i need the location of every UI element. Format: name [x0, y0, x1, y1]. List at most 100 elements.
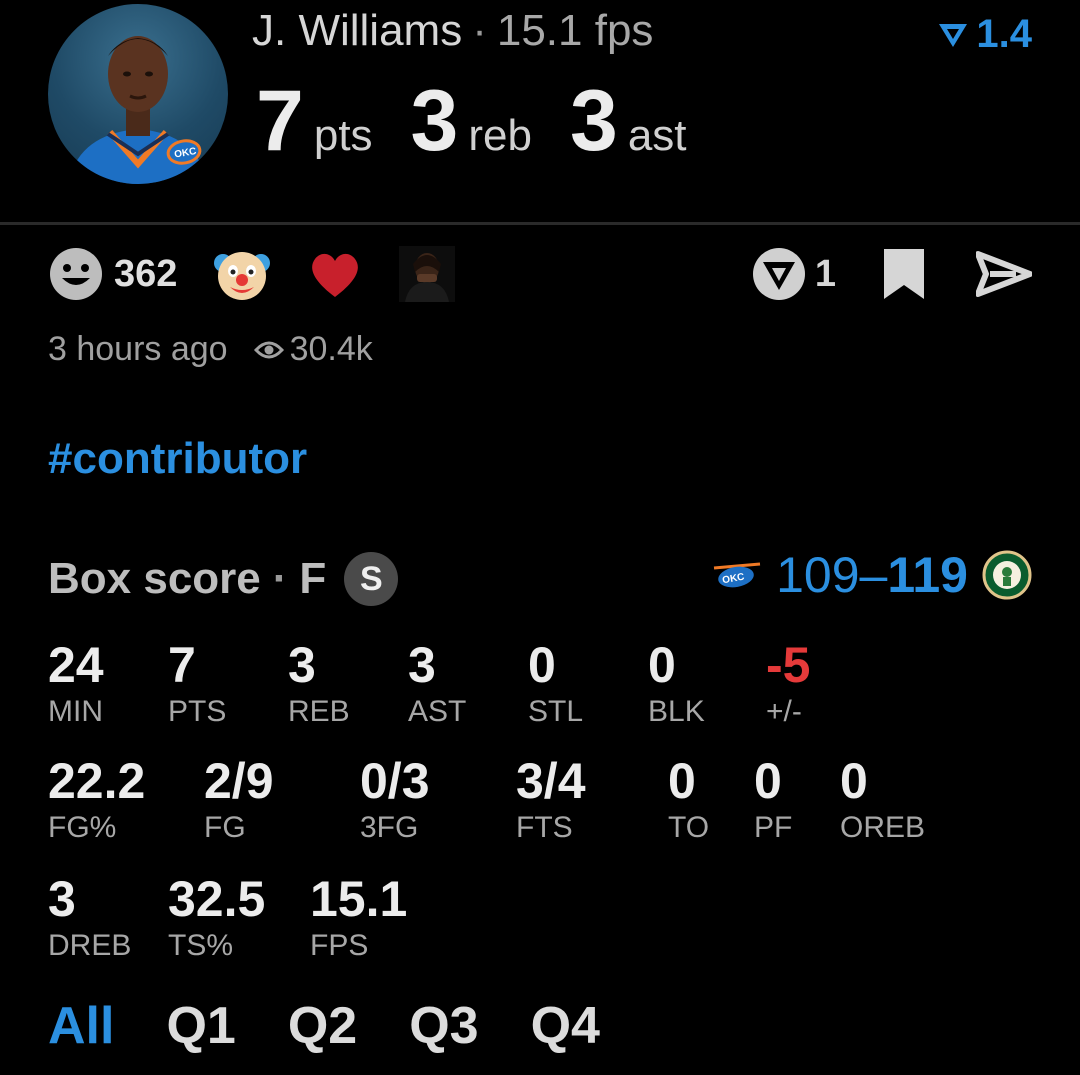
share-icon[interactable] — [976, 250, 1032, 298]
game-score[interactable]: OKC 109–119 — [712, 546, 1032, 604]
stat-cell--: -5 +/- — [766, 636, 810, 730]
stat-cell-fts: 3/4 FTS — [516, 752, 586, 846]
stat-value: 3 — [288, 637, 316, 693]
player-avatar[interactable]: OKC — [48, 4, 228, 184]
stat-cell-dreb: 3 DREB — [48, 870, 131, 964]
stat-cell-blk: 0 BLK — [648, 636, 705, 730]
stat-cell-reb: 3 REB — [288, 636, 350, 730]
tab-all[interactable]: All — [48, 996, 114, 1056]
tab-q3[interactable]: Q3 — [409, 996, 478, 1056]
stat-label: REB — [288, 695, 350, 728]
stat-line: 7 pts 3 reb 3 ast — [256, 72, 725, 171]
separator: · — [272, 554, 288, 603]
stat-value: 24 — [48, 637, 104, 693]
stat-label: TO — [668, 811, 710, 844]
stat-label: FPS — [310, 929, 369, 962]
rating-badge[interactable]: 1.4 — [936, 12, 1032, 57]
reaction-gif-icon[interactable] — [399, 246, 456, 302]
stat-label: FG — [204, 811, 246, 844]
rating-arrow-icon — [939, 23, 968, 47]
reaction-count: 362 — [114, 252, 178, 295]
eye-icon — [253, 341, 284, 358]
separator: · — [472, 6, 487, 55]
stat-cell-pf: 0 PF — [754, 752, 792, 846]
box-score-header: Box score · F S — [48, 552, 399, 606]
stat-cell-ast: 3 AST — [408, 636, 466, 730]
stat-value: 22.2 — [48, 753, 146, 809]
stat-label: STL — [528, 695, 584, 728]
clown-emoji-icon[interactable] — [213, 245, 271, 303]
player-photo: OKC — [68, 36, 208, 184]
stat-rebounds-label: reb — [468, 111, 532, 160]
stat-label: FG% — [48, 811, 117, 844]
stat-cell-fps: 15.1 FPS — [310, 870, 407, 964]
score-okc: 109 — [776, 547, 860, 603]
player-header: J. Williams · 15.1 fps — [252, 6, 653, 56]
stat-cell-fg-: 22.2 FG% — [48, 752, 145, 846]
stat-label: +/- — [766, 695, 802, 728]
stat-label: DREB — [48, 929, 132, 962]
stat-label: OREB — [840, 811, 926, 844]
hashtag-link[interactable]: #contributor — [48, 434, 307, 484]
stat-label: FTS — [516, 811, 573, 844]
stat-cell-min: 24 MIN — [48, 636, 104, 730]
rating-value: 1.4 — [976, 12, 1032, 56]
stat-value: 0 — [668, 753, 696, 809]
score: 109–119 — [776, 546, 968, 604]
tab-q4[interactable]: Q4 — [531, 996, 600, 1056]
stat-value: 3 — [48, 871, 76, 927]
stat-value: 0 — [754, 753, 782, 809]
player-name[interactable]: J. Williams — [252, 6, 462, 55]
box-score-title: Box score — [48, 554, 261, 603]
rate-icon[interactable] — [751, 246, 807, 302]
stat-cell-to: 0 TO — [668, 752, 709, 846]
stat-label: TS% — [168, 929, 234, 962]
divider — [0, 222, 1080, 225]
stat-label: PF — [754, 811, 793, 844]
smile-reaction-icon[interactable] — [48, 246, 104, 302]
stat-cell-ts-: 32.5 TS% — [168, 870, 265, 964]
post-actions: 1 — [751, 244, 1032, 304]
stat-value: 0/3 — [360, 753, 430, 809]
stat-cell-3fg: 0/3 3FG — [360, 752, 430, 846]
stat-value: -5 — [766, 637, 811, 693]
stat-value: 32.5 — [168, 871, 266, 927]
stat-value: 0 — [528, 637, 556, 693]
stat-points-label: pts — [313, 111, 373, 160]
stat-value: 3/4 — [516, 753, 586, 809]
tab-q1[interactable]: Q1 — [166, 996, 235, 1056]
celtics-logo-icon — [982, 550, 1032, 600]
reactions-row: 362 — [48, 244, 456, 304]
quarter-tabs: All Q1 Q2 Q3 Q4 — [48, 996, 600, 1056]
stat-cell-stl: 0 STL — [528, 636, 583, 730]
stat-label: AST — [408, 695, 467, 728]
stat-value: 2/9 — [204, 753, 274, 809]
stat-label: MIN — [48, 695, 103, 728]
post-time: 3 hours ago — [48, 330, 228, 368]
game-status: F — [299, 554, 327, 603]
stat-value: 0 — [840, 753, 868, 809]
rate-count: 1 — [814, 252, 836, 295]
stat-points-value: 7 — [256, 73, 304, 169]
stat-rebounds-value: 3 — [410, 73, 459, 169]
stat-assists-label: ast — [627, 111, 687, 160]
view-count-value: 30.4k — [289, 330, 373, 368]
stat-label: PTS — [168, 695, 227, 728]
tab-q2[interactable]: Q2 — [288, 996, 357, 1056]
fps-value: 15.1 fps — [496, 6, 654, 55]
stat-value: 3 — [408, 637, 436, 693]
stat-cell-oreb: 0 OREB — [840, 752, 925, 846]
stat-value: 7 — [168, 637, 196, 693]
heart-emoji-icon[interactable] — [307, 249, 363, 299]
stat-value: 0 — [648, 637, 676, 693]
stat-cell-fg: 2/9 FG — [204, 752, 274, 846]
bookmark-icon[interactable] — [882, 247, 926, 301]
stat-value: 15.1 — [310, 871, 408, 927]
view-count: 30.4k — [253, 330, 373, 369]
stat-label: BLK — [648, 695, 705, 728]
score-celtics: 119 — [887, 547, 968, 603]
s-badge[interactable]: S — [344, 552, 399, 606]
stat-cell-pts: 7 PTS — [168, 636, 226, 730]
stat-label: 3FG — [360, 811, 419, 844]
post-meta: 3 hours ago 30.4k — [48, 330, 373, 369]
